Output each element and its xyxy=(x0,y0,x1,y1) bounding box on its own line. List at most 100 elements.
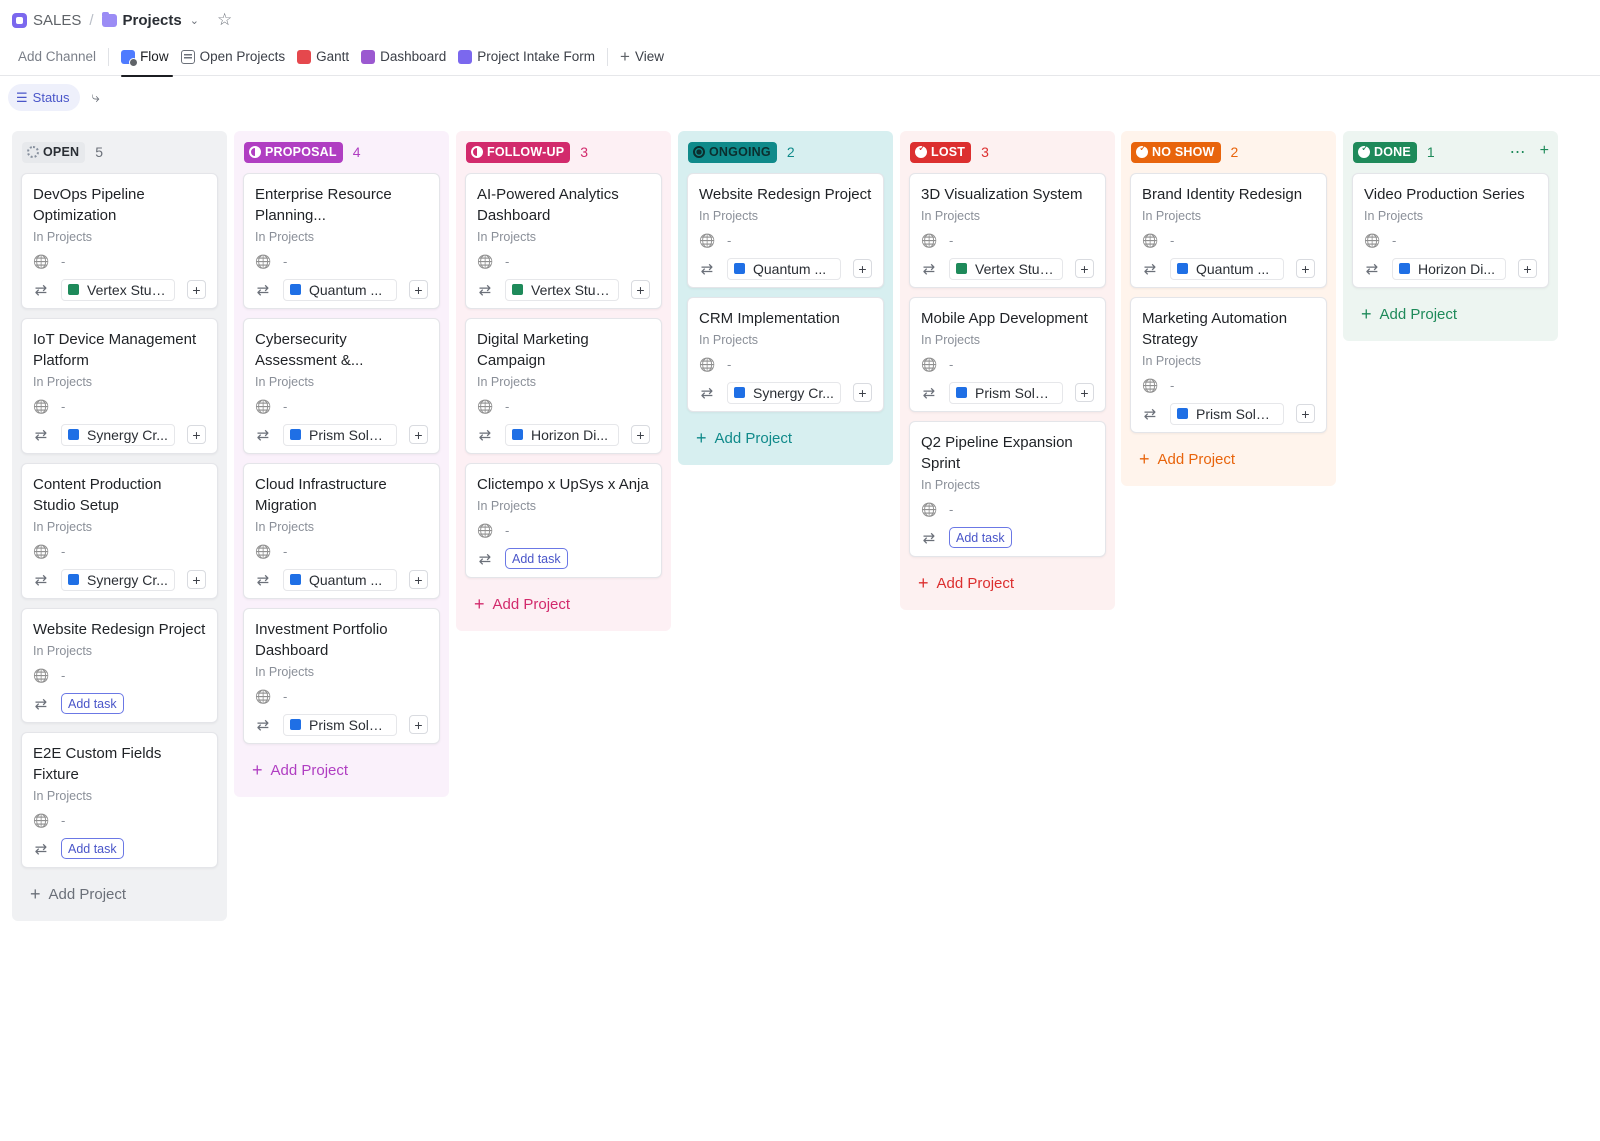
chevron-down-icon[interactable]: ⌄ xyxy=(190,14,199,27)
card-title[interactable]: E2E Custom Fields Fixture xyxy=(33,743,206,785)
add-relation-button[interactable]: + xyxy=(1075,259,1094,278)
project-card[interactable]: Q2 Pipeline Expansion Sprint In Projects 🌐… xyxy=(909,421,1106,557)
breadcrumb-space[interactable]: SALES xyxy=(33,12,81,29)
card-title[interactable]: Enterprise Resource Planning... xyxy=(255,184,428,226)
tab-open-projects[interactable]: Open Projects xyxy=(175,38,292,76)
add-relation-button[interactable]: + xyxy=(187,280,206,299)
add-relation-button[interactable]: + xyxy=(409,715,428,734)
status-badge[interactable]: OPEN xyxy=(22,141,86,163)
client-chip[interactable]: Prism Solut... xyxy=(283,713,397,736)
card-title[interactable]: Digital Marketing Campaign xyxy=(477,329,650,371)
card-title[interactable]: CRM Implementation xyxy=(699,308,872,329)
tab-project-intake-form[interactable]: Project Intake Form xyxy=(452,38,601,76)
add-relation-button[interactable]: + xyxy=(409,425,428,444)
client-chip[interactable]: Vertex Stud... xyxy=(61,278,175,301)
project-card[interactable]: Cybersecurity Assessment &... In Projects… xyxy=(243,318,440,454)
tab-flow[interactable]: Flow xyxy=(115,38,175,77)
tab-dashboard[interactable]: Dashboard xyxy=(355,38,452,76)
project-card[interactable]: 3D Visualization System In Projects 🌐 - ⇄ Ver… xyxy=(909,173,1106,288)
card-title[interactable]: Content Production Studio Setup xyxy=(33,474,206,516)
project-card[interactable]: AI-Powered Analytics Dashboard In Project… xyxy=(465,173,662,309)
project-card[interactable]: Brand Identity Redesign In Projects 🌐 - ⇄ Qua… xyxy=(1130,173,1327,288)
add-relation-button[interactable]: + xyxy=(1296,404,1315,423)
add-relation-button[interactable]: + xyxy=(631,280,650,299)
add-task-button[interactable]: Add task xyxy=(61,838,124,859)
status-badge[interactable]: FOLLOW-UP xyxy=(466,141,571,163)
project-card[interactable]: Digital Marketing Campaign In Projects 🌐 - ⇄… xyxy=(465,318,662,454)
add-relation-button[interactable]: + xyxy=(1296,259,1315,278)
card-title[interactable]: Marketing Automation Strategy xyxy=(1142,308,1315,350)
client-chip[interactable]: Horizon Di... xyxy=(505,423,619,446)
add-task-button[interactable]: Add task xyxy=(61,693,124,714)
add-relation-button[interactable]: + xyxy=(409,280,428,299)
add-project-button[interactable]: + Add Project xyxy=(21,877,218,911)
status-badge[interactable]: ONGOING xyxy=(688,141,777,163)
card-title[interactable]: Cybersecurity Assessment &... xyxy=(255,329,428,371)
add-project-button[interactable]: + Add Project xyxy=(1352,297,1549,331)
client-chip[interactable]: Quantum ... xyxy=(283,278,397,301)
add-relation-button[interactable]: + xyxy=(187,570,206,589)
client-chip[interactable]: Quantum ... xyxy=(283,568,397,591)
card-title[interactable]: AI-Powered Analytics Dashboard xyxy=(477,184,650,226)
client-chip[interactable]: Vertex Stud... xyxy=(505,278,619,301)
card-title[interactable]: Investment Portfolio Dashboard xyxy=(255,619,428,661)
project-card[interactable]: Clictempo x UpSys x Anja In Projects 🌐 - ⇄ Ad… xyxy=(465,463,662,578)
client-chip[interactable]: Synergy Cr... xyxy=(61,423,175,446)
add-task-button[interactable]: Add task xyxy=(505,548,568,569)
add-relation-button[interactable]: + xyxy=(1518,259,1537,278)
plus-icon[interactable]: + xyxy=(1540,142,1549,162)
card-title[interactable]: 3D Visualization System xyxy=(921,184,1094,205)
add-relation-button[interactable]: + xyxy=(1075,383,1094,402)
add-task-button[interactable]: Add task xyxy=(949,527,1012,548)
card-title[interactable]: Q2 Pipeline Expansion Sprint xyxy=(921,432,1094,474)
client-chip[interactable]: Synergy Cr... xyxy=(61,568,175,591)
client-chip[interactable]: Quantum ... xyxy=(727,257,841,280)
tab-add-view[interactable]: + View xyxy=(614,38,670,76)
card-title[interactable]: Clictempo x UpSys x Anja xyxy=(477,474,650,495)
add-relation-button[interactable]: + xyxy=(853,259,872,278)
project-card[interactable]: DevOps Pipeline Optimization In Projects 🌐… xyxy=(21,173,218,309)
project-card[interactable]: Content Production Studio Setup In Projec… xyxy=(21,463,218,599)
project-card[interactable]: Investment Portfolio Dashboard In Project… xyxy=(243,608,440,744)
tab-gantt[interactable]: Gantt xyxy=(291,38,355,76)
card-title[interactable]: Cloud Infrastructure Migration xyxy=(255,474,428,516)
route-icon[interactable]: ⤷ xyxy=(92,89,100,106)
project-card[interactable]: CRM Implementation In Projects 🌐 - ⇄ Synergy … xyxy=(687,297,884,412)
add-project-button[interactable]: + Add Project xyxy=(465,587,662,621)
card-title[interactable]: Video Production Series xyxy=(1364,184,1537,205)
project-card[interactable]: Marketing Automation Strategy In Projects… xyxy=(1130,297,1327,433)
add-relation-button[interactable]: + xyxy=(187,425,206,444)
project-card[interactable]: IoT Device Management Platform In Project… xyxy=(21,318,218,454)
status-badge[interactable]: PROPOSAL xyxy=(244,141,343,163)
card-title[interactable]: Website Redesign Project xyxy=(33,619,206,640)
group-by-status-button[interactable]: ☰ Status xyxy=(8,84,80,111)
client-chip[interactable]: Quantum ... xyxy=(1170,257,1284,280)
status-badge[interactable]: ✓ DONE xyxy=(1353,141,1417,163)
project-card[interactable]: Video Production Series In Projects 🌐 - ⇄ Hor… xyxy=(1352,173,1549,288)
card-title[interactable]: Website Redesign Project xyxy=(699,184,872,205)
card-title[interactable]: IoT Device Management Platform xyxy=(33,329,206,371)
status-badge[interactable]: ✓ NO SHOW xyxy=(1131,141,1221,163)
client-chip[interactable]: Synergy Cr... xyxy=(727,381,841,404)
project-card[interactable]: Cloud Infrastructure Migration In Project… xyxy=(243,463,440,599)
star-icon[interactable]: ☆ xyxy=(217,10,232,30)
client-chip[interactable]: Horizon Di... xyxy=(1392,257,1506,280)
card-title[interactable]: Mobile App Development xyxy=(921,308,1094,329)
client-chip[interactable]: Prism Solut... xyxy=(949,381,1063,404)
project-card[interactable]: Website Redesign Project In Projects 🌐 - ⇄ Qu… xyxy=(687,173,884,288)
client-chip[interactable]: Prism Solut... xyxy=(1170,402,1284,425)
card-title[interactable]: DevOps Pipeline Optimization xyxy=(33,184,206,226)
status-badge[interactable]: ✓ LOST xyxy=(910,141,972,163)
project-card[interactable]: Mobile App Development In Projects 🌐 - ⇄ Pris… xyxy=(909,297,1106,412)
add-project-button[interactable]: + Add Project xyxy=(243,753,440,787)
add-relation-button[interactable]: + xyxy=(409,570,428,589)
card-title[interactable]: Brand Identity Redesign xyxy=(1142,184,1315,205)
tab-add-channel[interactable]: Add Channel xyxy=(12,38,102,76)
client-chip[interactable]: Vertex Stud... xyxy=(949,257,1063,280)
breadcrumb-project[interactable]: Projects xyxy=(123,12,182,29)
more-icon[interactable]: ⋯ xyxy=(1510,142,1526,162)
add-project-button[interactable]: + Add Project xyxy=(1130,442,1327,476)
add-relation-button[interactable]: + xyxy=(853,383,872,402)
add-project-button[interactable]: + Add Project xyxy=(687,421,884,455)
add-relation-button[interactable]: + xyxy=(631,425,650,444)
